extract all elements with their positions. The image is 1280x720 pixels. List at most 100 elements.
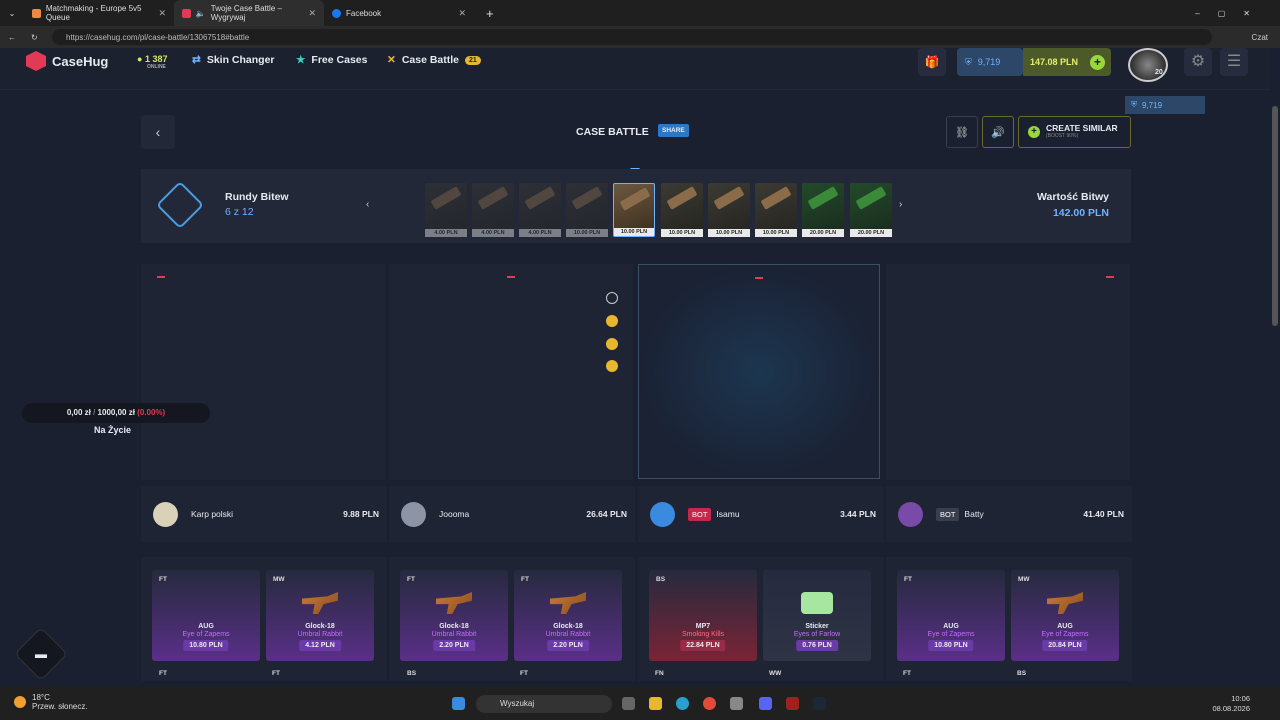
player-name: Batty: [964, 509, 984, 519]
life-separator: /: [93, 408, 96, 417]
task-view-icon[interactable]: [622, 697, 635, 710]
item-card[interactable]: MW Glock-18 Umbral Rabbit 4.12 PLN: [266, 570, 374, 661]
item-card[interactable]: FT AUG Eye of Zapems 10.80 PLN: [152, 570, 260, 661]
tab-facebook[interactable]: Facebook ✕: [324, 0, 474, 26]
item-price: 2.20 PLN: [547, 640, 589, 651]
logo-icon: [26, 51, 46, 71]
status-dash: [157, 276, 165, 278]
sound-button[interactable]: 🔊: [982, 116, 1014, 148]
tab-matchmaking[interactable]: Matchmaking - Europe 5v5 Queue ✕: [24, 0, 174, 26]
emoji-surprised-icon[interactable]: [606, 360, 618, 372]
rounds-panel: Rundy Bitew 6 z 12 ‹ 4.00 PLN 4.00 PLN 4…: [141, 169, 1131, 243]
item-condition: FT: [903, 670, 911, 677]
facebook-icon: [332, 8, 341, 18]
tab-list-chevron-icon[interactable]: ⌄: [0, 9, 24, 18]
back-button[interactable]: ‹: [141, 115, 175, 149]
tab-favicon-icon: [182, 8, 191, 18]
item-condition: WW: [769, 670, 782, 677]
speaker-icon[interactable]: 🔈: [196, 9, 206, 18]
item-column: FT AUG Eye of Zapems 10.80 PLN MW AUG Eye of Z…: [886, 557, 1132, 681]
item-condition: MW: [1018, 576, 1030, 583]
store-icon[interactable]: [730, 697, 743, 710]
player-amount: 9.88 PLN: [343, 509, 379, 519]
item-card[interactable]: FT Glock-18 Umbral Rabbit 2.20 PLN: [514, 570, 622, 661]
online-label: ONLINE: [147, 64, 166, 70]
balance-display[interactable]: 147.08 PLN +: [1023, 48, 1111, 76]
link-icon: ⛓: [955, 127, 969, 139]
casehug-logo[interactable]: CaseHug: [26, 51, 108, 71]
nav-case-battle[interactable]: ✕ Case Battle 21: [387, 54, 481, 66]
profile-label[interactable]: Czat: [1252, 33, 1268, 42]
round-case: 10.00 PLN: [708, 183, 750, 237]
tab-close-icon[interactable]: ✕: [308, 8, 316, 19]
coins-display[interactable]: ⛨ 9,719: [957, 48, 1023, 76]
reload-icon[interactable]: ↻: [31, 33, 38, 42]
tab-case-battle[interactable]: 🔈 Twoje Case Battle – Wygrywaj ✕: [174, 0, 324, 26]
swords-icon: ✕: [387, 54, 396, 66]
scrollbar[interactable]: [1270, 48, 1280, 686]
nav-free-cases[interactable]: ★ Free Cases: [296, 54, 367, 66]
item-card[interactable]: Sticker Eyes of Farlow 0.76 PLN: [763, 570, 871, 661]
boost-label: (BOOST 90%): [1046, 133, 1079, 139]
item-card[interactable]: FT AUG Eye of Zapems 10.80 PLN: [897, 570, 1005, 661]
copy-link-button[interactable]: ⛓: [946, 116, 978, 148]
file-explorer-icon[interactable]: [649, 697, 662, 710]
item-skin: Eye of Zapems: [1041, 631, 1089, 638]
clock-time: 10:06: [1231, 694, 1250, 703]
site-page: CaseHug ● 1 387 ONLINE ⇄ Skin Changer ★ Fre…: [0, 48, 1270, 686]
steam-icon[interactable]: [813, 697, 826, 710]
item-condition: FT: [520, 670, 528, 677]
chevron-left-icon: ‹: [155, 124, 161, 140]
item-card[interactable]: MW AUG Eye of Zapems 20.84 PLN: [1011, 570, 1119, 661]
tab-close-icon[interactable]: ✕: [158, 8, 166, 19]
new-tab-button[interactable]: +: [486, 6, 494, 21]
battle-value-amount: 142.00 PLN: [1052, 207, 1109, 219]
battle-value-label: Wartość Bitwy: [1037, 191, 1109, 203]
emoji-sad-icon[interactable]: [606, 315, 618, 327]
user-avatar[interactable]: [1128, 48, 1168, 82]
item-card[interactable]: FT Glock-18 Umbral Rabbit 2.20 PLN: [400, 570, 508, 661]
create-similar-button[interactable]: + CREATE SIMILAR (BOOST 90%): [1018, 116, 1131, 148]
chrome-icon[interactable]: [703, 697, 716, 710]
tab-label: Matchmaking - Europe 5v5 Queue: [45, 4, 142, 22]
windows-start-icon[interactable]: [452, 697, 465, 710]
player-card[interactable]: Joooma 26.64 PLN: [389, 486, 635, 542]
scrollbar-thumb[interactable]: [1272, 106, 1278, 326]
item-skin: Eye of Zapems: [927, 631, 975, 638]
url-field[interactable]: https://casehug.com/pl/case-battle/13067…: [52, 29, 1212, 45]
player-board: [141, 264, 385, 480]
rounds-prev-button[interactable]: ‹: [366, 199, 369, 210]
case-price: 10.00 PLN: [614, 228, 654, 236]
emoji-sleepy-icon[interactable]: [606, 338, 618, 350]
balance-value: 147.08 PLN: [1030, 57, 1079, 67]
round-case-current: 10.00 PLN: [613, 183, 655, 237]
item-condition: FT: [272, 670, 280, 677]
player-card[interactable]: BOT Batty 41.40 PLN: [886, 486, 1132, 542]
gift-button[interactable]: 🎁: [918, 48, 946, 76]
player-card[interactable]: Karp polski 9.88 PLN: [141, 486, 387, 542]
back-icon[interactable]: ←: [8, 33, 16, 42]
system-clock[interactable]: 10:06 08.08.2026: [1212, 694, 1250, 714]
emoji-picker-icon[interactable]: [606, 292, 618, 304]
rounds-next-button[interactable]: ›: [899, 199, 902, 210]
taskbar-search[interactable]: Wyszukaj: [476, 695, 612, 713]
player-card[interactable]: BOT Isamu 3.44 PLN: [638, 486, 884, 542]
menu-button[interactable]: ☰: [1220, 48, 1248, 76]
weather-widget[interactable]: 18°C Przew. słonecz.: [14, 693, 88, 711]
online-count: 1 387: [144, 54, 168, 64]
faceit-icon[interactable]: [786, 697, 799, 710]
case-price: 20.00 PLN: [850, 229, 892, 237]
chat-button[interactable]: ▬: [14, 627, 68, 681]
share-button[interactable]: SHARE: [658, 124, 689, 137]
item-price: 20.84 PLN: [1042, 640, 1088, 651]
edge-icon[interactable]: [676, 697, 689, 710]
round-case: 20.00 PLN: [802, 183, 844, 237]
settings-button[interactable]: ⚙: [1184, 48, 1212, 76]
window-controls[interactable]: –▢✕: [1195, 9, 1268, 18]
rounds-icon: [155, 180, 205, 230]
discord-icon[interactable]: [759, 697, 772, 710]
item-card[interactable]: BS MP7 Smoking Kills 22.84 PLN: [649, 570, 757, 661]
deposit-plus-button[interactable]: +: [1090, 55, 1105, 70]
tab-close-icon[interactable]: ✕: [458, 8, 466, 19]
nav-skin-changer[interactable]: ⇄ Skin Changer: [192, 54, 275, 66]
